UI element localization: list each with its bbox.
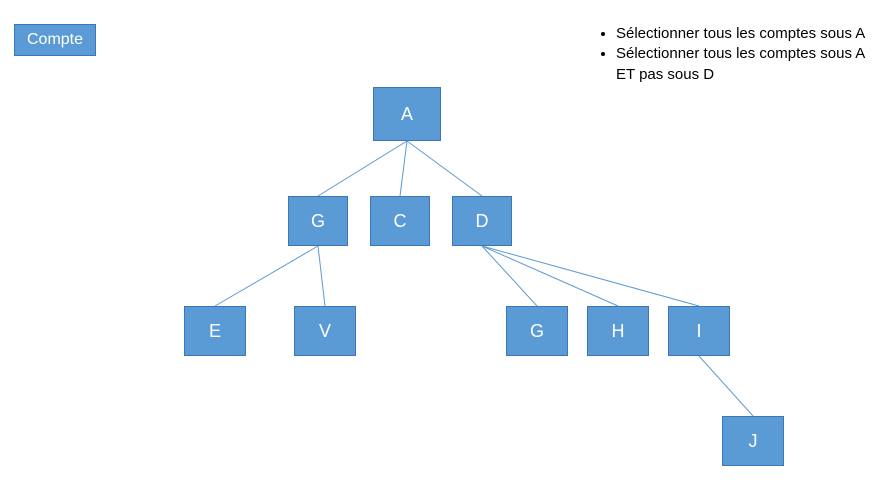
- tree-node-label: J: [749, 431, 758, 452]
- tree-node-I: I: [668, 306, 730, 356]
- tree-node-label: G: [311, 211, 325, 232]
- tree-node-label: C: [394, 211, 407, 232]
- instructions-list: Sélectionner tous les comptes sous A Sél…: [596, 24, 886, 85]
- tree-edge: [318, 141, 407, 196]
- tree-node-A: A: [373, 87, 441, 141]
- tree-edge: [400, 141, 407, 196]
- tree-node-E: E: [184, 306, 246, 356]
- tree-node-label: I: [696, 321, 701, 342]
- tree-node-label: H: [612, 321, 625, 342]
- tree-node-label: V: [319, 321, 331, 342]
- tree-node-D: D: [452, 196, 512, 246]
- tree-node-C: C: [370, 196, 430, 246]
- tree-edge: [482, 246, 618, 306]
- compte-badge-label: Compte: [27, 31, 83, 48]
- tree-node-label: G: [530, 321, 544, 342]
- bullet-item: Sélectionner tous les comptes sous A ET …: [616, 44, 886, 85]
- tree-edge: [482, 246, 537, 306]
- tree-node-label: D: [476, 211, 489, 232]
- tree-edge: [482, 246, 699, 306]
- compte-badge: Compte: [14, 24, 96, 56]
- tree-node-J: J: [722, 416, 784, 466]
- tree-edge: [215, 246, 318, 306]
- tree-edge: [318, 246, 325, 306]
- tree-node-label: E: [209, 321, 221, 342]
- tree-edge: [699, 356, 753, 416]
- tree-edge: [407, 141, 482, 196]
- tree-node-H: H: [587, 306, 649, 356]
- tree-node-label: A: [401, 104, 413, 125]
- tree-node-V: V: [294, 306, 356, 356]
- tree-node-G2: G: [506, 306, 568, 356]
- bullet-item: Sélectionner tous les comptes sous A: [616, 24, 886, 44]
- tree-node-G: G: [288, 196, 348, 246]
